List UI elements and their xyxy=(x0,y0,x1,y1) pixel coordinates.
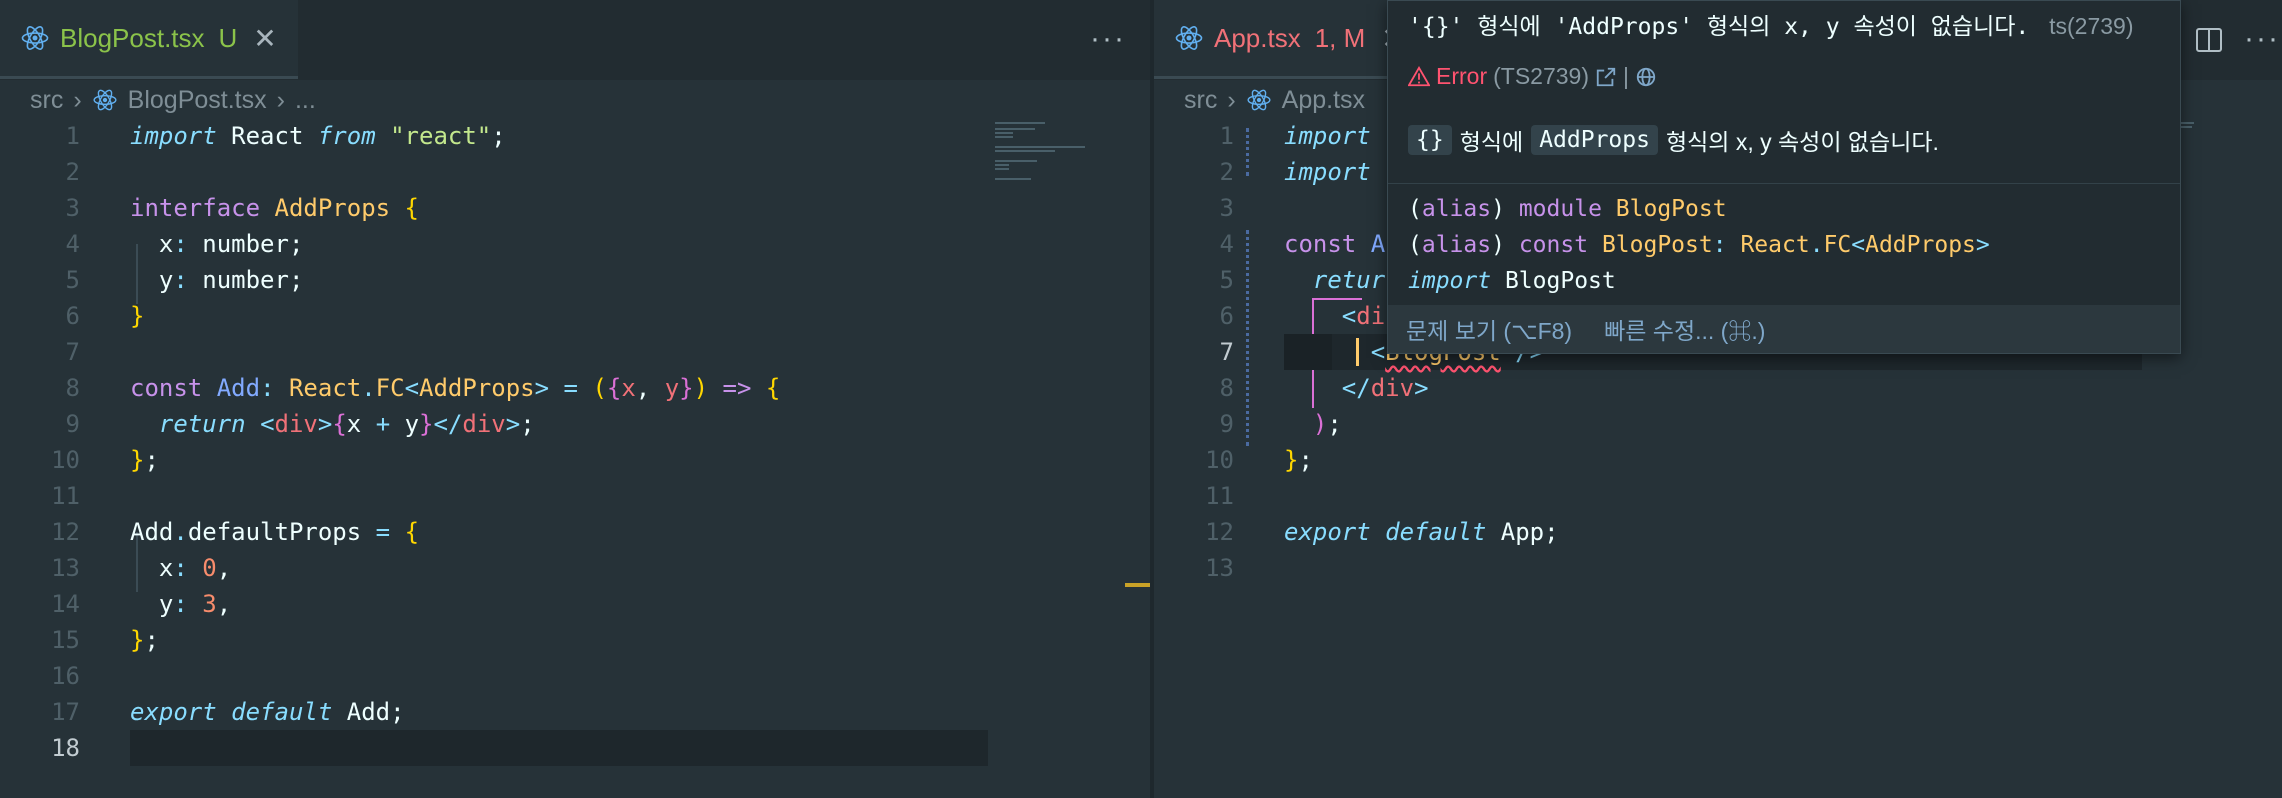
tab-blogpost[interactable]: BlogPost.tsx U ✕ xyxy=(0,0,298,79)
code-line: 8 </div> xyxy=(1219,374,1429,402)
code-line: 18 xyxy=(0,730,1150,766)
tab-title: App.tsx xyxy=(1214,22,1301,53)
signature-line: import BlogPost xyxy=(1408,268,1616,294)
more-actions-icon[interactable]: ··· xyxy=(1090,22,1126,56)
code-line: 15}; xyxy=(51,626,159,654)
error-label: Error xyxy=(1436,63,1488,89)
code-line: 11 xyxy=(1205,482,1234,510)
react-icon xyxy=(21,26,49,50)
code-line: 8 const Add: React.FC<AddProps> = ({x, y}… xyxy=(65,374,781,402)
view-problem-link[interactable]: 문제 보기 (⌥F8) xyxy=(1406,312,1572,346)
code-line: 16 xyxy=(51,662,80,690)
signature-line: (alias) const BlogPost: React.FC<AddProp… xyxy=(1408,232,1990,258)
code-line: 10}; xyxy=(1205,446,1313,474)
globe-icon[interactable] xyxy=(1635,66,1657,88)
code-line: 2 xyxy=(65,158,80,186)
external-link-icon[interactable] xyxy=(1595,66,1617,88)
minimap[interactable] xyxy=(995,118,1105,218)
code-line: 12 Add.defaultProps = { xyxy=(51,518,420,546)
error-ts-code: ts(2739) xyxy=(2049,13,2134,39)
code-line: 5 y: number; xyxy=(65,266,304,294)
code-line: 6} xyxy=(65,302,145,330)
scrollbar-marker xyxy=(1125,583,1150,587)
left-editor-pane: BlogPost.tsx U ✕ ··· src › BlogPost.tsx … xyxy=(0,0,1150,798)
code-line: 9 ); xyxy=(1219,410,1342,438)
code-chip: {} xyxy=(1408,125,1452,155)
code-line: 4 x: number; xyxy=(65,230,304,258)
signature-block: (alias) module BlogPost (alias) const Bl… xyxy=(1408,191,1990,299)
problem-count-badge: 1, M xyxy=(1314,22,1366,53)
hover-header: '{}' 형식에 'AddProps' 형식의 x, y 속성이 없습니다. t… xyxy=(1408,7,2134,41)
close-icon[interactable]: ✕ xyxy=(253,22,276,55)
git-status-badge: U xyxy=(218,22,238,53)
code-line: 9 return <div>{x + y}</div>; xyxy=(65,410,535,438)
breadcrumb-file[interactable]: App.tsx xyxy=(1282,86,1365,115)
current-line-number: 7 xyxy=(1219,338,1234,366)
error-message: '{}' 형식에 'AddProps' 형식의 x, y 속성이 없습니다. xyxy=(1408,14,2030,40)
breadcrumb: src › BlogPost.tsx › ... xyxy=(30,82,316,118)
chevron-right-icon: › xyxy=(73,85,82,114)
chevron-right-icon: › xyxy=(276,85,285,114)
code-line: 10}; xyxy=(51,446,159,474)
quick-fix-link[interactable]: 빠른 수정... (⌘.) xyxy=(1604,312,1765,346)
react-icon xyxy=(1247,89,1271,111)
chevron-right-icon: › xyxy=(1227,85,1236,114)
error-code: (TS2739) xyxy=(1493,63,1589,89)
hover-actions: 문제 보기 (⌥F8) 빠른 수정... (⌘.) xyxy=(1388,305,2180,353)
breadcrumb: src › App.tsx xyxy=(1184,82,1365,118)
error-hover-tooltip: '{}' 형식에 'AddProps' 형식의 x, y 속성이 없습니다. t… xyxy=(1387,0,2181,354)
breadcrumb-file[interactable]: BlogPost.tsx xyxy=(128,86,267,115)
detail-text: 형식에 xyxy=(1459,129,1524,155)
hover-divider xyxy=(1388,183,2180,184)
code-line: 14 y: 3, xyxy=(51,590,232,618)
code-line: 11 xyxy=(51,482,80,510)
code-line: 12 export default App; xyxy=(1205,518,1559,546)
code-line: 3 interface AddProps { xyxy=(65,194,419,222)
separator: | xyxy=(1623,63,1629,89)
detail-text: 형식의 x, y 속성이 없습니다. xyxy=(1665,129,1939,155)
code-line: 17 export default Add; xyxy=(51,698,405,726)
breadcrumb-folder[interactable]: src xyxy=(30,86,63,115)
tab-title: BlogPost.tsx xyxy=(60,22,205,53)
code-chip: AddProps xyxy=(1531,125,1658,155)
code-line: 13 xyxy=(1205,554,1234,582)
left-tab-bar: BlogPost.tsx U ✕ ··· xyxy=(0,0,1150,80)
code-line: 13 x: 0, xyxy=(51,554,232,582)
signature-line: (alias) module BlogPost xyxy=(1408,196,1727,222)
react-icon xyxy=(93,89,117,111)
react-icon xyxy=(1175,26,1203,50)
breadcrumb-symbol[interactable]: ... xyxy=(295,86,316,115)
more-actions-icon[interactable]: ··· xyxy=(2244,22,2280,56)
error-source-row: Error (TS2739) | xyxy=(1408,63,1657,90)
split-editor-icon[interactable] xyxy=(2196,28,2222,52)
code-line: 7 xyxy=(65,338,80,366)
current-line-number: 18 xyxy=(51,734,80,762)
code-line: 1 import React from "react"; xyxy=(65,122,506,150)
warning-icon xyxy=(1408,65,1430,86)
breadcrumb-folder[interactable]: src xyxy=(1184,86,1217,115)
error-detail: {} 형식에 AddProps 형식의 x, y 속성이 없습니다. xyxy=(1408,123,1939,157)
